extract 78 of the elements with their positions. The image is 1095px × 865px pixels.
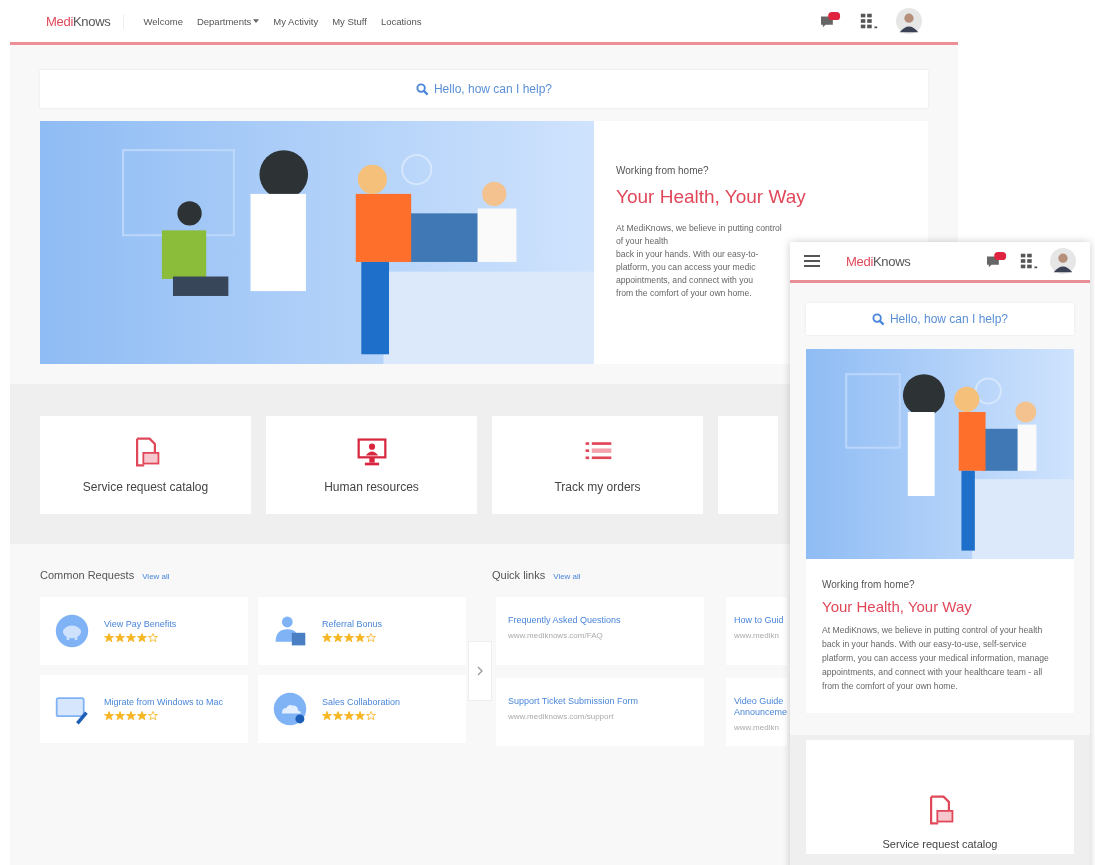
logo[interactable]: MediKnows: [846, 253, 970, 269]
search-field[interactable]: Hello, how can I help?: [40, 70, 928, 108]
search-icon: [415, 82, 429, 96]
hero-paragraph: At MediKnows, we believe in putting control of your health back in your hands. With our easy-to- platform, you can access your medic appointments, and connect with you from the comfort of your own home.: [616, 222, 782, 300]
quick-link-url: www.medikn: [734, 723, 779, 732]
search-icon: [871, 312, 885, 326]
quick-link-card[interactable]: Support Ticket Submission Form www.mediknows.com/support: [496, 678, 704, 746]
quick-link-title[interactable]: Video Guide Announceme: [734, 696, 788, 718]
star-icon: [366, 711, 376, 721]
hero-title: Your Health, Your Way: [822, 598, 972, 615]
apps-grid-icon[interactable]: [858, 11, 880, 31]
request-card[interactable]: Sales Collaboration: [258, 675, 466, 743]
request-card[interactable]: Migrate from Windows to Mac: [40, 675, 248, 743]
quick-link-url: www.mediknows.com/support: [508, 712, 614, 721]
quick-link-title[interactable]: How to Guid: [734, 615, 784, 626]
star-icon: [126, 633, 136, 643]
star-icon: [137, 711, 147, 721]
star-icon: [148, 711, 158, 721]
star-icon: [322, 633, 332, 643]
star-icon: [322, 711, 332, 721]
quick-link-title[interactable]: Support Ticket Submission Form: [508, 696, 639, 707]
monitor-icon: [355, 436, 388, 468]
request-card[interactable]: View Pay Benefits: [40, 597, 248, 665]
star-icon: [344, 633, 354, 643]
category-card[interactable]: Human resources: [266, 416, 477, 514]
star-icon: [115, 711, 125, 721]
star-icon: [355, 633, 365, 643]
nav-link[interactable]: Welcome: [143, 15, 183, 27]
star-icon: [115, 633, 125, 643]
hero-title: Your Health, Your Way: [616, 186, 806, 208]
apps-grid-icon[interactable]: [1018, 251, 1040, 271]
caret-icon: [253, 19, 260, 23]
star-icon: [126, 711, 136, 721]
quick-link-url: www.medikn: [734, 631, 779, 640]
star-icon: [333, 633, 343, 643]
star-icon: [104, 711, 114, 721]
nav-link[interactable]: My Activity: [273, 15, 319, 27]
category-label: Service request catalog: [82, 480, 209, 494]
request-title[interactable]: Referral Bonus: [322, 619, 383, 629]
star-icon: [366, 633, 376, 643]
view-all-link[interactable]: View all: [553, 572, 581, 581]
quick-link-url: www.mediknows.com/FAQ: [508, 631, 603, 640]
user-avatar[interactable]: [1050, 248, 1076, 274]
request-title[interactable]: Migrate from Windows to Mac: [104, 697, 224, 707]
quick-link-card[interactable]: Video Guide Announceme www.medikn: [726, 678, 787, 746]
hero-eyebrow: Working from home?: [616, 165, 709, 176]
chevron-right-icon: [477, 666, 483, 676]
category-label: Human resources: [324, 480, 419, 494]
quick-link-card[interactable]: How to Guid www.medikn: [726, 597, 787, 665]
piggy-bank-icon: [54, 613, 90, 649]
section-title: Common Requests: [40, 569, 135, 581]
category-label: Track my orders: [554, 480, 641, 494]
quick-link-card[interactable]: Frequently Asked Questions www.mediknows.com/FAQ: [496, 597, 704, 665]
category-card[interactable]: Service request catalog: [40, 416, 251, 514]
nav-link[interactable]: My Stuff: [332, 15, 367, 27]
nav-link[interactable]: Departments: [196, 15, 260, 27]
view-all-link[interactable]: View all: [142, 572, 170, 581]
star-icon: [137, 633, 147, 643]
request-title[interactable]: Sales Collaboration: [322, 697, 401, 707]
quick-link-title[interactable]: Frequently Asked Questions: [508, 615, 621, 626]
star-icon: [148, 633, 158, 643]
star-icon: [344, 711, 354, 721]
nav-link[interactable]: Locations: [380, 15, 422, 27]
hero-eyebrow: Working from home?: [822, 579, 915, 590]
star-icon: [104, 633, 114, 643]
request-card[interactable]: Referral Bonus: [258, 597, 466, 665]
search-field[interactable]: Hello, how can I help?: [806, 303, 1074, 335]
category-card[interactable]: Track my orders: [492, 416, 703, 514]
hero-paragraph: At MediKnows, we believe in putting control of your health back in your hands. With our easy-to-use, self-service platform, you can access your medical information, manage appointments, and connect with your healthcare team - all from the comfort of your own home.: [822, 624, 1050, 693]
logo[interactable]: MediKnows: [46, 13, 124, 29]
request-title[interactable]: View Pay Benefits: [104, 619, 177, 629]
section-title: Quick links: [492, 569, 546, 581]
star-icon: [333, 711, 343, 721]
category-label: Service request catalog: [882, 838, 998, 850]
star-icon: [355, 711, 365, 721]
category-card[interactable]: Service request catalog: [806, 740, 1074, 854]
user-avatar[interactable]: [896, 8, 922, 34]
cloud-icon: [272, 691, 308, 727]
